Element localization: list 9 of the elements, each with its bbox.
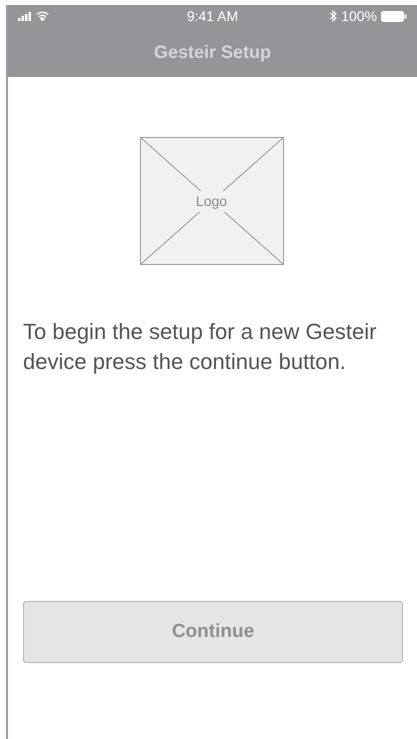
bluetooth-icon — [329, 10, 338, 22]
battery-percentage: 100% — [341, 6, 377, 26]
instruction-text: To begin the setup for a new Gesteir device press the continue button. — [23, 318, 378, 376]
continue-button[interactable]: Continue — [23, 601, 403, 663]
wifi-icon — [36, 11, 49, 21]
status-time: 9:41 AM — [186, 6, 238, 26]
battery-icon — [381, 10, 407, 22]
nav-title: Gesteir Setup — [154, 40, 272, 64]
signal-icon — [18, 12, 32, 20]
